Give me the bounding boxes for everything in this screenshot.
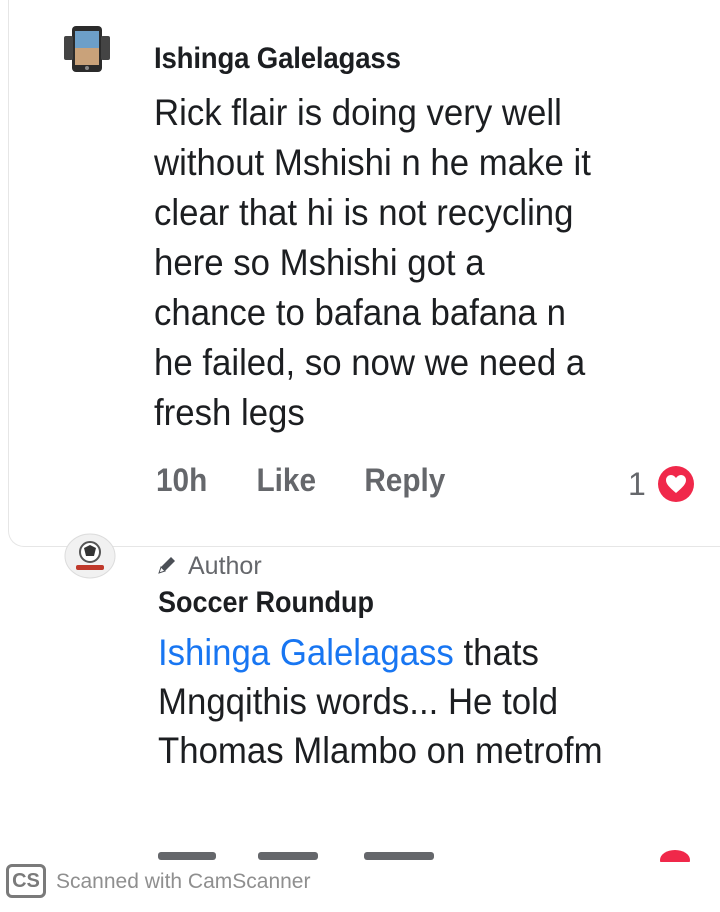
comment-ishinga: Ishinga Galelagass Rick flair is doing v…: [0, 0, 720, 548]
camscanner-logo: CS: [6, 864, 46, 898]
page-logo-icon[interactable]: [64, 532, 116, 580]
like-button[interactable]: Like: [256, 462, 316, 499]
phone-avatar-icon[interactable]: [62, 22, 112, 76]
comment-text: Rick flair is doing very well without Ms…: [154, 92, 591, 433]
reply-button[interactable]: Reply: [364, 462, 445, 499]
comment-author-name[interactable]: Soccer Roundup: [158, 586, 374, 620]
comment-text: Ishinga Galelagass thats Mngqithis words…: [158, 628, 675, 775]
mention-link[interactable]: Ishinga Galelagass: [158, 632, 454, 673]
heart-icon: [658, 466, 694, 502]
comment-author-name[interactable]: Ishinga Galelagass: [154, 42, 401, 76]
reaction-count: 1: [628, 466, 646, 502]
author-badge-label: Author: [188, 552, 262, 580]
comment-time[interactable]: 10h: [156, 462, 207, 499]
cropped-actions-row: [0, 850, 720, 862]
comment-soccer-roundup: Author Soccer Roundup Ishinga Galelagass…: [0, 530, 720, 860]
pencil-icon: [158, 557, 175, 574]
watermark-text: Scanned with CamScanner: [56, 870, 311, 893]
